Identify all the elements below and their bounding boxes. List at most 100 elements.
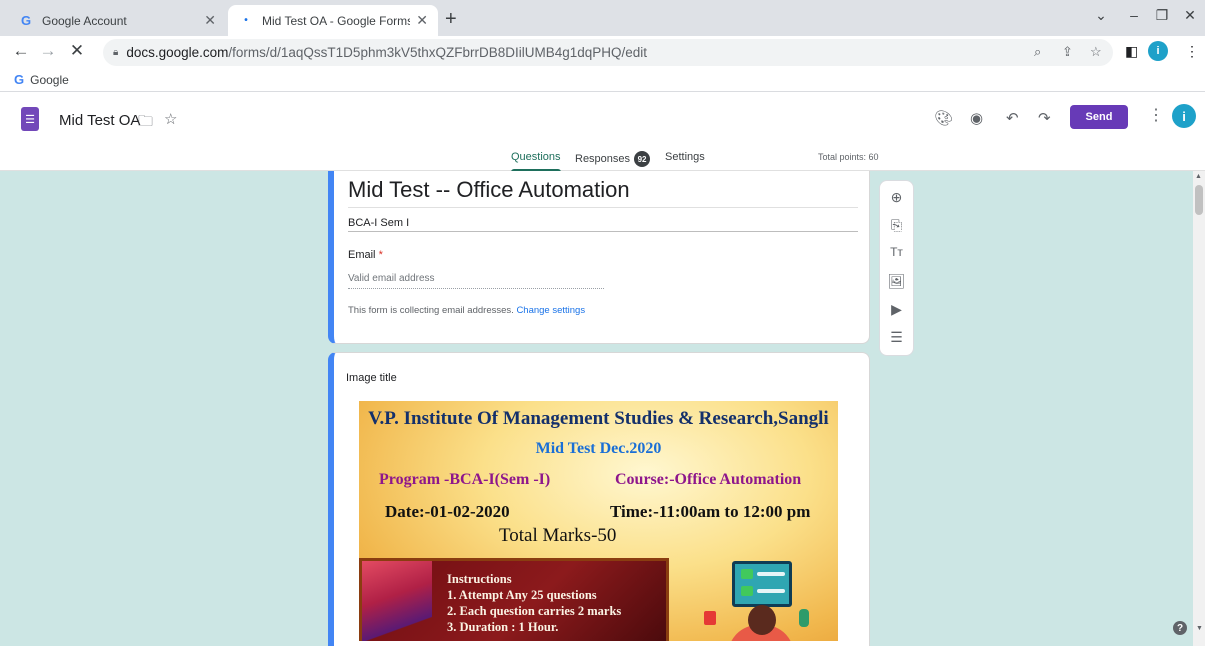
- image-title[interactable]: Image title: [346, 372, 397, 384]
- email-collection-note: This form is collecting email addresses.…: [348, 305, 585, 316]
- tab-title: Mid Test OA - Google Forms: [262, 13, 411, 28]
- responses-count-badge: 92: [634, 151, 651, 167]
- bookmark-google[interactable]: Google: [30, 73, 69, 87]
- banner-institute: V.P. Institute Of Management Studies & R…: [368, 408, 829, 429]
- banner-exam: Mid Test Dec.2020: [535, 440, 662, 457]
- redo-icon[interactable]: ↷: [1038, 109, 1051, 127]
- form-canvas: Mid Test -- Office Automation BCA-I Sem …: [0, 171, 1193, 646]
- instruction-line: 2. Each question carries 2 marks: [447, 604, 622, 618]
- banner-total-marks: Total Marks-50: [499, 525, 617, 546]
- email-label-text: Email: [348, 249, 376, 261]
- bookmark-star-icon[interactable]: ☆: [1090, 44, 1102, 60]
- instructions-text: Instructions 1. Attempt Any 25 questions…: [447, 571, 621, 635]
- scroll-down-icon[interactable]: ▼: [1196, 625, 1203, 632]
- decorative-stripe: [362, 561, 432, 641]
- forward-icon[interactable]: →: [37, 41, 59, 61]
- tab-questions[interactable]: Questions: [511, 151, 561, 172]
- close-tab-icon[interactable]: ✕: [204, 12, 216, 29]
- scroll-up-icon[interactable]: ▲: [1195, 173, 1202, 180]
- tab-settings[interactable]: Settings: [665, 151, 705, 163]
- google-favicon-icon: G: [20, 13, 32, 28]
- google-bookmark-icon: G: [14, 72, 25, 87]
- loading-icon: •: [244, 15, 248, 26]
- change-settings-link[interactable]: Change settings: [516, 305, 585, 316]
- instructions-heading: Instructions: [447, 572, 512, 586]
- move-to-folder-icon[interactable]: 🗀: [138, 111, 153, 136]
- lock-icon: 🔒︎: [113, 47, 119, 58]
- customize-theme-icon[interactable]: 🎨︎: [934, 109, 953, 127]
- add-title-icon[interactable]: Tт: [880, 245, 913, 259]
- forms-header: ☰ Mid Test OA 🗀 ☆ 🎨︎ ◉ ↶ ↷ Send ⋮ i Ques…: [0, 93, 1205, 172]
- browser-profile-avatar[interactable]: i: [1148, 41, 1168, 61]
- zoom-icon[interactable]: ⌕: [1034, 44, 1041, 60]
- stop-loading-icon[interactable]: ✕: [66, 41, 88, 61]
- email-label: Email *: [348, 249, 383, 261]
- back-icon[interactable]: ←: [10, 41, 32, 61]
- person-head: [748, 605, 776, 635]
- preview-eye-icon[interactable]: ◉: [970, 109, 983, 127]
- required-asterisk: *: [378, 249, 383, 261]
- share-icon[interactable]: ⇪: [1062, 44, 1073, 60]
- scroll-thumb[interactable]: [1195, 185, 1203, 215]
- browser-toolbar: ← → ✕ 🔒︎ docs.google.com/forms/d/1aqQssT…: [0, 36, 1205, 68]
- address-bar[interactable]: 🔒︎ docs.google.com/forms/d/1aqQssT1D5phm…: [103, 39, 1113, 66]
- more-options-icon[interactable]: ⋮: [1148, 105, 1164, 125]
- add-question-icon[interactable]: ⊕: [880, 189, 913, 206]
- forms-tabs: Questions Responses 92 Settings Total poi…: [0, 145, 1205, 172]
- cup-shape: [704, 611, 716, 625]
- image-item-card[interactable]: Image title V.P. Institute Of Management…: [328, 352, 870, 646]
- user-avatar[interactable]: i: [1172, 104, 1196, 128]
- banner-course: Course:-Office Automation: [615, 471, 802, 488]
- undo-icon[interactable]: ↶: [1006, 109, 1019, 127]
- tab-responses-label: Responses: [575, 152, 631, 165]
- star-icon[interactable]: ☆: [164, 110, 177, 128]
- bookmarks-bar: G Google: [0, 68, 1205, 92]
- send-button[interactable]: Send: [1070, 105, 1128, 129]
- chrome-menu-icon[interactable]: ⋮: [1185, 43, 1199, 60]
- url-path: /forms/d/1aqQssT1D5phm3kV5thxQZFbrrDB8DI…: [228, 45, 648, 60]
- monitor-shape: [732, 561, 792, 607]
- checkbox-icon: [741, 586, 753, 596]
- url-host: docs.google.com: [126, 45, 229, 60]
- browser-tab-strip: G Google Account ✕ • Mid Test OA - Googl…: [0, 0, 1205, 36]
- form-title[interactable]: Mid Test -- Office Automation: [348, 177, 630, 203]
- forms-logo-icon[interactable]: ☰: [21, 107, 39, 131]
- side-panel-icon[interactable]: ◧: [1125, 43, 1138, 60]
- new-tab-icon[interactable]: +: [445, 8, 457, 31]
- browser-tab-mid-test[interactable]: • Mid Test OA - Google Forms ✕: [228, 5, 438, 36]
- browser-tab-google-account[interactable]: G Google Account ✕: [8, 5, 226, 36]
- banner-date: Date:-01-02-2020: [385, 502, 510, 521]
- tab-title: Google Account: [42, 13, 127, 28]
- instructions-box: Instructions 1. Attempt Any 25 questions…: [359, 558, 669, 641]
- close-tab-icon[interactable]: ✕: [416, 12, 428, 29]
- form-header-card[interactable]: Mid Test -- Office Automation BCA-I Sem …: [328, 171, 870, 344]
- page-scrollbar[interactable]: ▲: [1193, 171, 1205, 646]
- email-collection-text: This form is collecting email addresses.: [348, 305, 514, 316]
- tab-search-icon[interactable]: ⌄: [1089, 7, 1113, 24]
- form-description[interactable]: BCA-I Sem I: [348, 217, 409, 229]
- close-window-icon[interactable]: ✕: [1178, 7, 1202, 24]
- minimize-icon[interactable]: –: [1122, 7, 1146, 23]
- import-questions-icon[interactable]: ⎘: [880, 217, 913, 234]
- restore-icon[interactable]: ❐: [1150, 7, 1174, 24]
- instruction-line: 3. Duration : 1 Hour.: [447, 620, 559, 634]
- exam-banner-image: V.P. Institute Of Management Studies & R…: [359, 401, 838, 641]
- text-line: [757, 589, 785, 593]
- email-field: Valid email address: [348, 273, 604, 289]
- add-section-icon[interactable]: ☰: [880, 329, 913, 346]
- title-divider: [348, 207, 858, 208]
- add-image-icon[interactable]: 🖼︎: [880, 273, 913, 290]
- text-line: [757, 572, 785, 576]
- help-icon[interactable]: ?: [1173, 621, 1187, 635]
- plant-shape: [799, 609, 809, 627]
- add-video-icon[interactable]: ▶: [880, 301, 913, 318]
- total-points: Total points: 60: [818, 152, 879, 162]
- checkbox-icon: [741, 569, 753, 579]
- instruction-line: 1. Attempt Any 25 questions: [447, 588, 597, 602]
- tab-responses[interactable]: Responses 92: [575, 151, 651, 167]
- description-divider: [348, 231, 858, 232]
- floating-toolbar: ⊕ ⎘ Tт 🖼︎ ▶ ☰: [879, 180, 914, 356]
- banner-program: Program -BCA-I(Sem -I): [379, 471, 551, 488]
- document-title[interactable]: Mid Test OA: [59, 112, 140, 129]
- computer-user-illustration: [704, 561, 814, 641]
